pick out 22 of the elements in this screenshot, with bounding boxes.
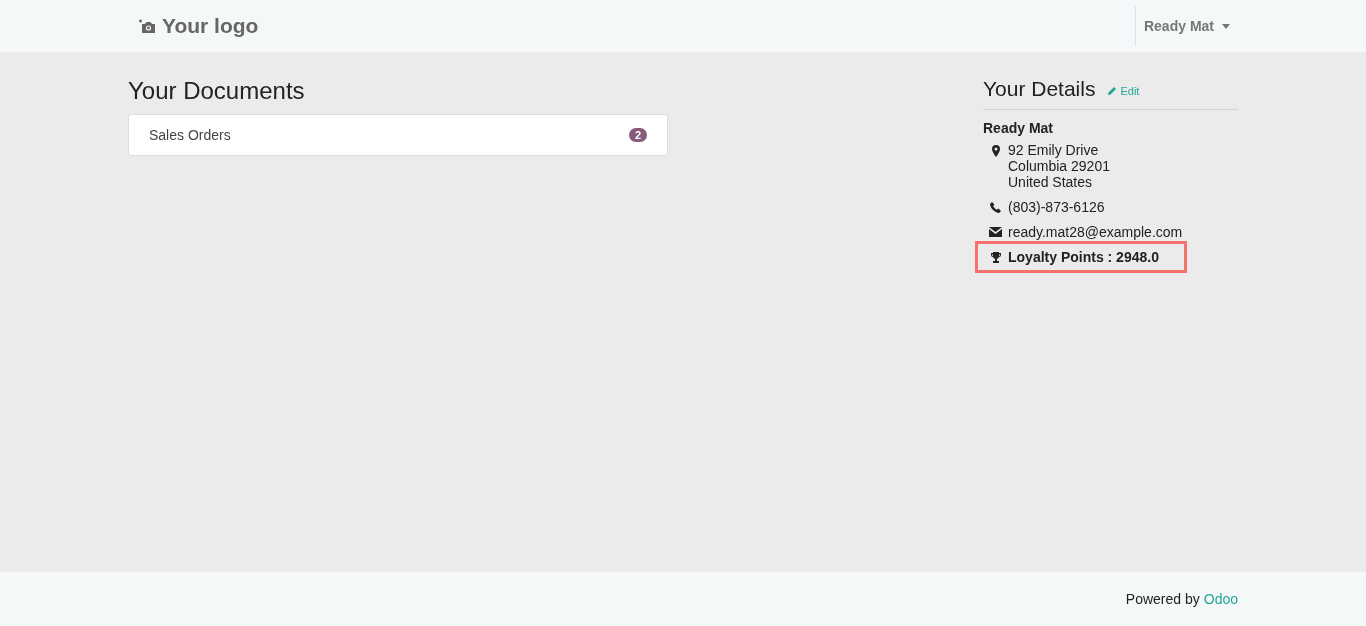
map-pin-icon <box>990 145 1001 157</box>
edit-link[interactable]: Edit <box>1107 85 1140 97</box>
brand-link[interactable]: Odoo <box>1203 591 1238 607</box>
email-text: ready.mat28@example.com <box>1008 224 1183 240</box>
trophy-icon <box>989 252 1002 263</box>
address-text: 92 Emily Drive Columbia 29201 United States <box>1008 142 1110 190</box>
logo-text: Your logo <box>162 14 259 38</box>
powered-by-text: Powered by <box>1125 591 1200 607</box>
phone-icon <box>990 202 1001 213</box>
user-menu[interactable]: Ready Mat <box>1134 6 1238 46</box>
section-title: Your Documents <box>128 77 306 105</box>
document-link[interactable]: Sales Orders <box>149 127 231 143</box>
camera-icon <box>138 18 156 34</box>
pencil-icon <box>1107 86 1118 96</box>
phone-text: (803)-873-6126 <box>1008 199 1105 215</box>
caret-icon <box>1222 23 1230 29</box>
section-title: Your Details <box>983 77 1096 101</box>
count-badge: 2 <box>628 128 647 142</box>
loyalty-points-text: Loyalty Points : 2948.0 <box>1008 249 1159 265</box>
logo[interactable]: Your logo <box>138 14 259 38</box>
contact-name: Ready Mat <box>983 120 1055 136</box>
envelope-icon <box>989 227 1002 237</box>
